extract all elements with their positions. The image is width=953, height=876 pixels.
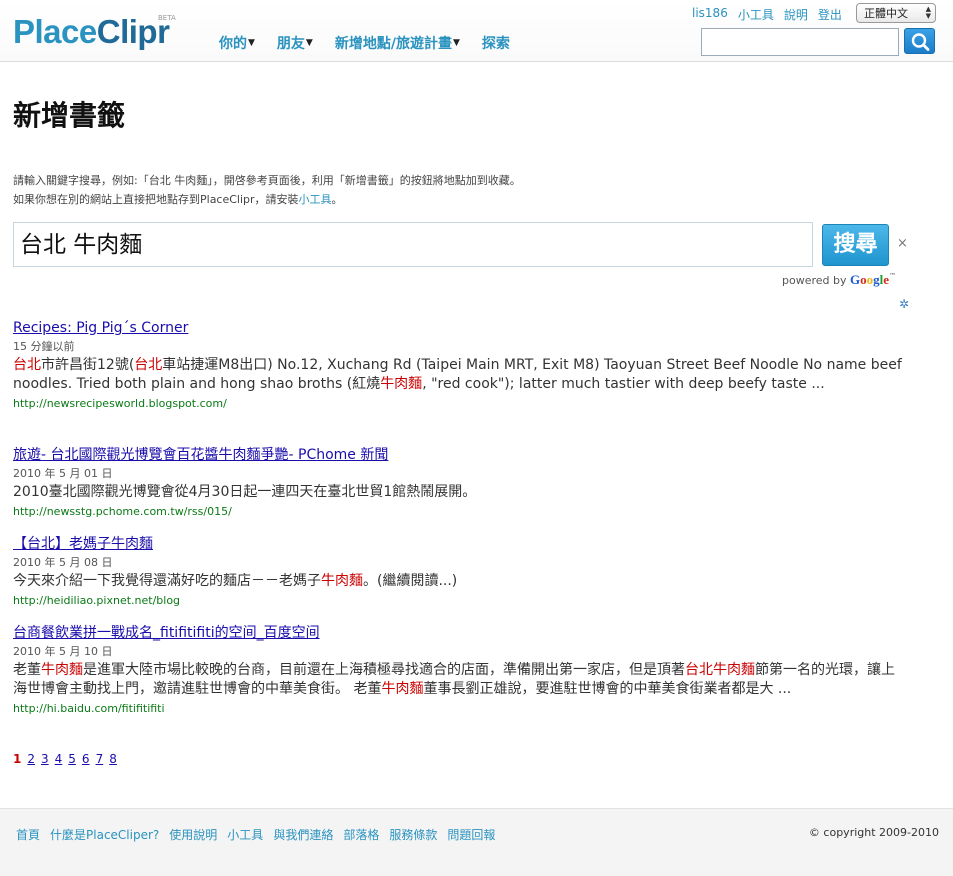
snippet-text: 。(繼續閱讀...) [363,573,458,589]
logo-text-place: Place [13,13,97,50]
nav-yours-label: 你的 [219,36,247,52]
page-link-8[interactable]: 8 [109,752,117,766]
powered-by-google: powered by Google™ [782,272,896,288]
footer-link-home[interactable]: 首頁 [16,826,40,843]
snippet-text: , "red cook"); latter much tastier with … [422,376,825,392]
search-result: Recipes: Pig Pig´s Corner 15 分鐘以前 台北市許昌街… [13,319,903,413]
page-link-4[interactable]: 4 [55,752,63,766]
footer-link-widgets[interactable]: 小工具 [227,826,263,843]
page-title: 新增書籤 [13,99,126,132]
copyright: © copyright 2009-2010 [808,826,939,839]
page-link-2[interactable]: 2 [27,752,35,766]
snippet-highlight: 牛肉麵 [381,681,424,697]
instructions-line-2-suffix: 。 [331,193,343,206]
help-link[interactable]: 說明 [784,6,808,23]
page-link-3[interactable]: 3 [41,752,49,766]
result-url: http://newsrecipesworld.blogspot.com/ [13,397,227,410]
header-search-button[interactable] [904,28,935,54]
snippet-highlight: 牛肉麵 [321,573,363,589]
footer-link-blog[interactable]: 部落格 [343,826,379,843]
top-header: PlaceClipr BETA 你的 ▼ 朋友 ▼ 新增地點/旅遊計畫 ▼ 探索 li… [0,0,953,62]
header-search-input[interactable] [701,28,899,56]
nav-explore-label: 探索 [481,36,510,52]
snippet-text: 2010臺北國際觀光博覽會從4月30日起一連四天在臺北世貿1館熱鬧展開。 [13,484,477,500]
result-url: http://hi.baidu.com/fitifitifiti [13,702,165,715]
result-date: 2010 年 5 月 10 日 [13,645,113,658]
main-nav: 你的 ▼ 朋友 ▼ 新增地點/旅遊計畫 ▼ 探索 [219,33,532,53]
snippet-highlight: 台北牛肉麵 [685,662,755,678]
chevron-down-icon: ▼ [248,38,255,48]
chevron-down-icon: ▼ [305,38,313,48]
nav-yours[interactable]: 你的 ▼ [219,33,255,53]
result-title-link[interactable]: Recipes: Pig Pig´s Corner [13,319,903,337]
search-result: 旅遊- 台北國際觀光博覽會百花醬牛肉麵爭艷- PChome 新聞 2010 年 … [13,446,903,521]
result-snippet: 今天來介紹一下我覺得還滿好吃的麵店－－老媽子牛肉麵。(繼續閱讀...) [13,572,903,591]
result-date: 2010 年 5 月 01 日 [13,467,113,480]
keyword-search-input[interactable]: 台北 牛肉麵 [13,222,813,267]
snippet-highlight: 台北 [13,357,41,373]
search-result: 【台北】老媽子牛肉麵 2010 年 5 月 08 日 今天來介紹一下我覺得還滿好… [13,535,903,610]
placeclipr-logo[interactable]: PlaceClipr [13,12,170,52]
snippet-text: 今天來介紹一下我覺得還滿好吃的麵店－－老媽子 [13,573,321,589]
logout-link[interactable]: 登出 [818,6,842,23]
google-logo: Google [850,272,889,287]
snippet-text: 市許昌街12號( [41,357,135,373]
result-date: 2010 年 5 月 08 日 [13,556,113,569]
nav-friends[interactable]: 朋友 ▼ [277,33,313,53]
result-title-link[interactable]: 【台北】老媽子牛肉麵 [13,535,903,553]
widgets-link[interactable]: 小工具 [738,6,774,23]
select-arrows-icon: ▲ ▼ [925,5,931,20]
footer-links: 首頁 什麼是PlaceCliper? 使用說明 小工具 與我們連絡 部落格 服務… [16,826,505,843]
powered-by-label: powered by [782,274,847,287]
language-select[interactable]: 正體中文 ▲ ▼ [856,3,936,23]
snippet-highlight: 牛肉麵 [380,376,423,392]
instructions-line-2-text: 如果你想在別的網站上直接把地點存到PlaceClipr，請安裝 [13,193,299,206]
username-link[interactable]: lis186 [692,6,728,23]
search-result: 台商餐飲業拼一戰成名_fitifitifiti的空间_百度空间 2010 年 5… [13,624,903,718]
search-icon [911,33,930,51]
footer-link-terms[interactable]: 服務條款 [389,826,437,843]
footer: 首頁 什麼是PlaceCliper? 使用說明 小工具 與我們連絡 部落格 服務… [0,808,953,876]
result-url: http://newsstg.pchome.com.tw/rss/015/ [13,505,232,518]
result-title-link[interactable]: 台商餐飲業拼一戰成名_fitifitifiti的空间_百度空间 [13,624,903,642]
footer-link-contact[interactable]: 與我們連絡 [273,826,333,843]
instructions-line-2: 如果你想在別的網站上直接把地點存到PlaceClipr，請安裝小工具。 [13,190,521,209]
widgets-install-link[interactable]: 小工具 [299,193,332,206]
pagination: 1 2 3 4 5 6 7 8 [13,752,117,766]
snippet-text: 是進軍大陸市場比較晚的台商，目前還在上海積極尋找適合的店面，準備開出第一家店，但… [83,662,685,678]
result-snippet: 台北市許昌街12號(台北車站捷運M8出口) No.12, Xuchang Rd … [13,356,903,394]
trademark-mark: ™ [889,272,897,280]
snippet-text: 董事長劉正雄說，要進駐世博會的中華美食街業者都是大 ... [423,681,792,697]
nav-friends-label: 朋友 [276,36,305,52]
result-snippet: 2010臺北國際觀光博覽會從4月30日起一連四天在臺北世貿1館熱鬧展開。 [13,483,903,502]
page-link-7[interactable]: 7 [96,752,104,766]
result-snippet: 老董牛肉麵是進軍大陸市場比較晚的台商，目前還在上海積極尋找適合的店面，準備開出第… [13,661,903,699]
clear-search-icon[interactable]: × [897,236,908,251]
result-date: 15 分鐘以前 [13,340,75,353]
snippet-highlight: 台北 [134,357,163,373]
google-letter: G [850,272,861,287]
beta-badge: BETA [158,14,176,22]
page-link-6[interactable]: 6 [82,752,90,766]
nav-add-place-plan[interactable]: 新增地點/旅遊計畫 ▼ [335,33,460,53]
snippet-highlight: 牛肉麵 [41,662,83,678]
snippet-text: 老董 [13,662,41,678]
instructions-line-1: 請輸入關鍵字搜尋，例如:「台北 牛肉麵」，開啓參考頁面後，利用「新增書籤」的按鈕… [13,174,521,187]
language-select-value: 正體中文 [864,7,908,20]
page-1-current: 1 [13,752,22,766]
page-link-5[interactable]: 5 [68,752,76,766]
nav-add-place-label: 新增地點/旅遊計畫 [334,36,452,52]
footer-link-report[interactable]: 問題回報 [447,826,495,843]
result-title-link[interactable]: 旅遊- 台北國際觀光博覽會百花醬牛肉麵爭艷- PChome 新聞 [13,446,903,464]
footer-link-guide[interactable]: 使用說明 [169,826,217,843]
chevron-down-icon: ▼ [452,38,460,48]
nav-explore[interactable]: 探索 [482,33,510,53]
instructions: 請輸入關鍵字搜尋，例如:「台北 牛肉麵」，開啓參考頁面後，利用「新增書籤」的按鈕… [13,171,521,209]
search-button[interactable]: 搜尋 [822,224,889,266]
footer-link-about[interactable]: 什麼是PlaceCliper? [50,826,159,843]
result-url: http://heidiliao.pixnet.net/blog [13,594,181,607]
user-links: lis186 小工具 說明 登出 [692,6,852,23]
settings-gear-icon[interactable]: ✲ [899,297,909,311]
